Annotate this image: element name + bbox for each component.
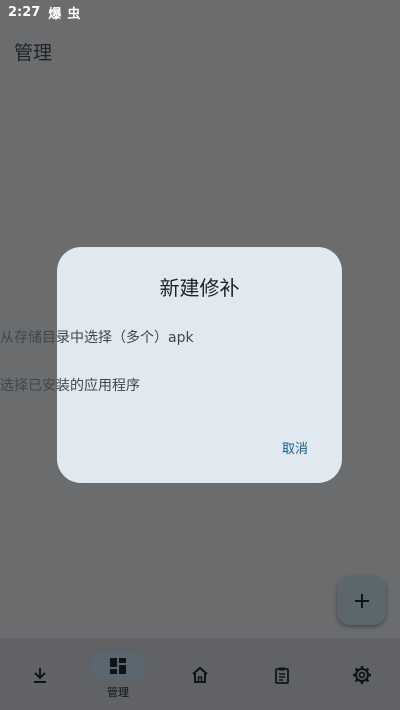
active-indicator	[90, 652, 146, 680]
add-icon	[353, 592, 371, 610]
clipboard-icon	[271, 664, 293, 686]
nav-item-settings[interactable]	[322, 638, 400, 710]
nav-item-home[interactable]	[160, 638, 240, 710]
status-time: 2:27	[8, 4, 41, 20]
settings-icon	[351, 664, 373, 686]
notification-icon-2: 虫	[67, 6, 81, 22]
page-title: 管理	[14, 42, 53, 64]
status-bar: 2:27 爆 虫	[0, 0, 400, 24]
add-fab-button[interactable]	[337, 576, 386, 625]
nav-item-manage[interactable]: 管理	[78, 638, 158, 710]
dialog-title: 新建修补	[159, 276, 240, 300]
notification-icon-1: 爆	[48, 6, 62, 22]
dashboard-icon	[109, 657, 127, 675]
nav-item-logs[interactable]	[242, 638, 322, 710]
cancel-button[interactable]: 取消	[282, 438, 308, 457]
download-icon	[29, 664, 51, 686]
bottom-navigation: 管理	[0, 638, 400, 710]
home-icon	[189, 664, 211, 686]
select-installed-app-option[interactable]: 选择已安装的应用程序	[0, 375, 400, 395]
select-apk-from-storage-option[interactable]: 从存储目录中选择（多个）apk	[0, 327, 400, 347]
nav-item-download[interactable]	[0, 638, 80, 710]
nav-item-label: 管理	[107, 686, 129, 699]
new-patch-dialog: 新建修补 取消	[57, 247, 342, 483]
